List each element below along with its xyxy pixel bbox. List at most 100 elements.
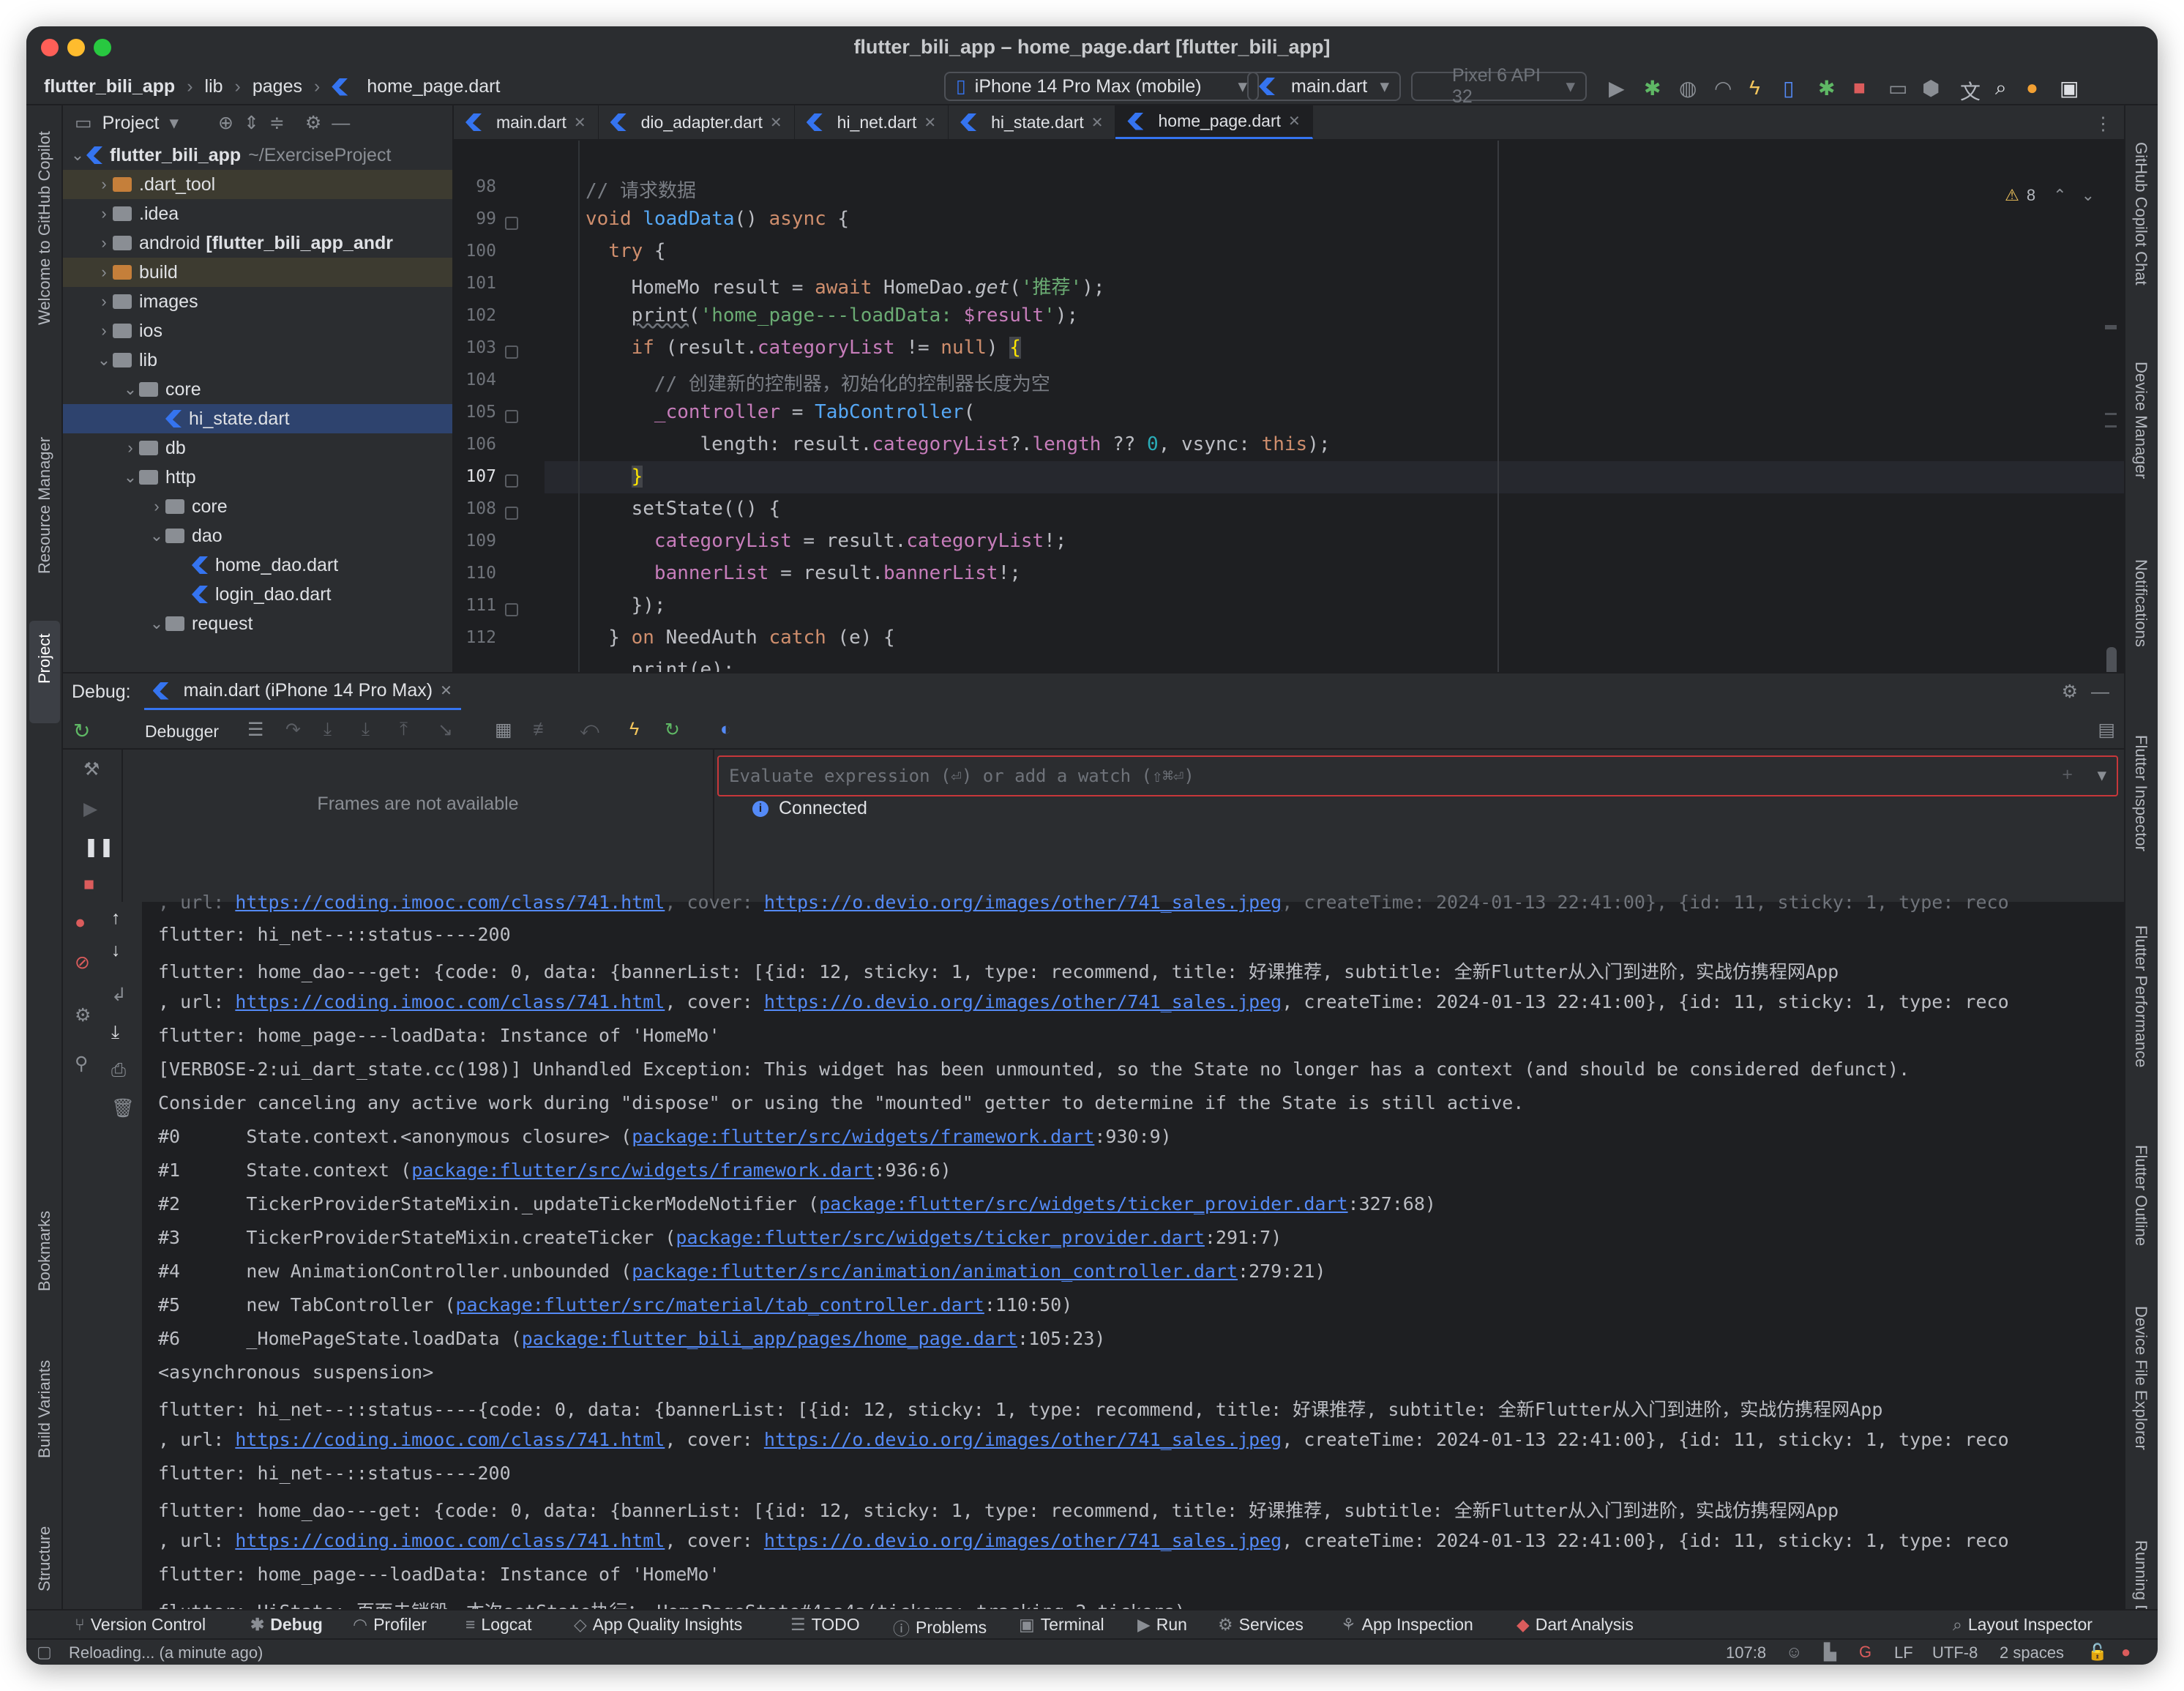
inspection-widget[interactable]: ⚠ 8 ⌃ ⌄ [2005,186,2095,205]
chevron-right-icon[interactable]: › [121,438,139,458]
hot-reload-icon[interactable]: ϟ [629,719,639,740]
git-icon[interactable]: ▙ [1824,1643,1836,1662]
caret-position[interactable]: 107:8 [1726,1643,1766,1662]
chevron-down-icon[interactable]: ⌄ [121,380,139,399]
attach-debugger-icon[interactable]: ◍ [1679,76,1697,100]
tree-folder-item[interactable]: ⌄ http [63,463,452,492]
hot-reload-icon[interactable]: ϟ [1749,76,1760,100]
structure-tab[interactable]: Structure [35,1526,54,1591]
tree-folder-item[interactable]: › android [flutter_bili_app_andr [63,228,452,258]
chevron-down-icon[interactable]: ▾ [2097,764,2106,786]
stop-icon[interactable]: ■ [83,874,94,895]
scroll-to-end-icon[interactable]: ⤓ [111,1022,119,1043]
panel-toggle-icon[interactable]: ▢ [37,1643,52,1662]
add-watch-icon[interactable]: + [2062,764,2073,785]
hide-panel-icon[interactable]: — [2091,682,2109,703]
line-number[interactable]: 99 [460,209,496,228]
breadcrumb-project[interactable]: flutter_bili_app [44,76,175,97]
tree-folder-item[interactable]: › images [63,287,452,316]
tab-main-dart[interactable]: main.dart ✕ [454,105,599,139]
line-number[interactable]: 111 [460,596,496,615]
tab-home-page[interactable]: home_page.dart ✕ [1115,105,1313,139]
line-number[interactable]: 112 [460,628,496,647]
run-config-selector[interactable]: main.dart ▾ [1247,72,1401,101]
zoom-window-button[interactable] [94,39,111,56]
tree-folder-item[interactable]: › .dart_tool [63,170,452,199]
force-step-into-icon[interactable]: ⤓ [362,719,370,740]
logcat-tab[interactable]: ≡ Logcat [465,1615,531,1635]
chevron-down-icon[interactable]: ⌄ [2082,186,2095,205]
line-separator[interactable]: LF [1894,1643,1913,1662]
close-icon[interactable]: ✕ [1091,113,1104,132]
profile-icon[interactable]: ◠ [1714,76,1732,100]
menu-icon[interactable]: ☰ [247,719,263,741]
copilot-icon[interactable]: ☺ [1786,1643,1802,1662]
device-mirror-icon[interactable]: ▭ [1888,76,1907,100]
close-icon[interactable]: ✕ [924,113,936,132]
device-selector[interactable]: ▯ iPhone 14 Pro Max (mobile) ▾ [944,72,1259,101]
tree-folder-item[interactable]: › core [63,492,452,521]
layout-icon[interactable]: ▤ [2098,719,2115,741]
tab-dio-adapter[interactable]: dio_adapter.dart ✕ [599,105,795,139]
breadcrumb-pages[interactable]: pages [253,76,302,97]
tree-folder-item[interactable]: › db [63,433,452,463]
avatar-icon[interactable]: ▣ [2060,76,2079,100]
error-icon[interactable]: ● [2121,1643,2131,1662]
flutter-performance-tab[interactable]: Flutter Performance [2131,925,2150,1067]
fold-marker-icon[interactable] [505,410,518,423]
line-number[interactable]: 110 [460,564,496,583]
close-icon[interactable]: ✕ [770,113,782,132]
flutter-inspector-tab[interactable]: Flutter Inspector [2131,735,2150,851]
fold-marker-icon[interactable] [505,346,518,359]
hot-restart-icon[interactable]: ▯ [1783,76,1794,100]
debug-bug-icon[interactable]: ✱ [1644,76,1661,100]
chevron-down-icon[interactable]: ⌄ [121,468,139,487]
chevron-right-icon[interactable]: › [95,292,113,311]
close-window-button[interactable] [41,39,59,56]
line-number[interactable]: 98 [460,177,496,196]
locate-icon[interactable]: ⊕ [218,112,233,134]
gear-icon[interactable]: ⚙ [2062,681,2078,703]
tree-file-item[interactable]: home_dao.dart [63,550,452,580]
search-icon[interactable]: ⌕ [1995,76,2007,100]
translate-icon[interactable]: 文 [1960,76,1981,105]
tree-file-item[interactable]: login_dao.dart [63,580,452,609]
problems-tab[interactable]: ⓘ Problems [893,1615,987,1640]
hot-restart-icon[interactable]: ↻ [665,719,680,741]
line-number[interactable]: 106 [460,435,496,454]
collapse-all-icon[interactable]: ≑ [269,112,285,134]
tree-folder-item[interactable]: › .idea [63,199,452,228]
evaluate-expression-input[interactable]: Evaluate expression (⏎) or add a watch (… [717,755,2118,796]
file-encoding[interactable]: UTF-8 [1932,1643,1978,1662]
app-inspection-tab[interactable]: ⚘ App Inspection [1341,1615,1473,1635]
breadcrumb-file[interactable]: home_page.dart [367,76,500,97]
step-into-icon[interactable]: ⤓ [324,719,332,740]
tree-folder-item[interactable]: ⌄ core [63,375,452,404]
fold-marker-icon[interactable] [505,507,518,520]
debug-attach-icon[interactable]: ✱ [1818,76,1835,100]
line-number[interactable]: 101 [460,274,496,293]
hide-panel-icon[interactable]: — [332,113,350,134]
mute-breakpoints-icon[interactable]: ⊘ [75,952,90,974]
trash-icon[interactable]: 🗑 [111,1098,135,1119]
update-icon[interactable]: ● [2026,76,2038,100]
profiler-tab[interactable]: ◠ Profiler [353,1615,427,1635]
tree-folder-item[interactable]: › ios [63,316,452,346]
debugger-tab[interactable]: Debugger [145,722,219,742]
stop-icon[interactable]: ■ [1853,76,1866,100]
pause-icon[interactable]: ❚❚ [83,836,114,858]
rerun-icon[interactable]: ↻ [73,719,90,743]
line-number[interactable]: 102 [460,306,496,325]
indent-setting[interactable]: 2 spaces [2000,1643,2064,1662]
terminal-tab[interactable]: ▣ Terminal [1019,1615,1104,1635]
step-out-icon[interactable]: ⤒ [400,719,408,740]
line-number[interactable]: 104 [460,370,496,389]
tree-folder-item[interactable]: ⌄ request [63,609,452,638]
gear-icon[interactable]: ⚙ [305,112,321,134]
resume-icon[interactable]: ▶ [83,798,97,820]
chevron-right-icon[interactable]: › [95,175,113,194]
device-manager-tab[interactable]: Device Manager [2131,362,2150,479]
scroll-down-icon[interactable]: ↓ [111,940,121,961]
debug-session-tab[interactable]: main.dart (iPhone 14 Pro Max) ✕ [143,673,461,710]
chevron-right-icon[interactable]: › [95,321,113,340]
